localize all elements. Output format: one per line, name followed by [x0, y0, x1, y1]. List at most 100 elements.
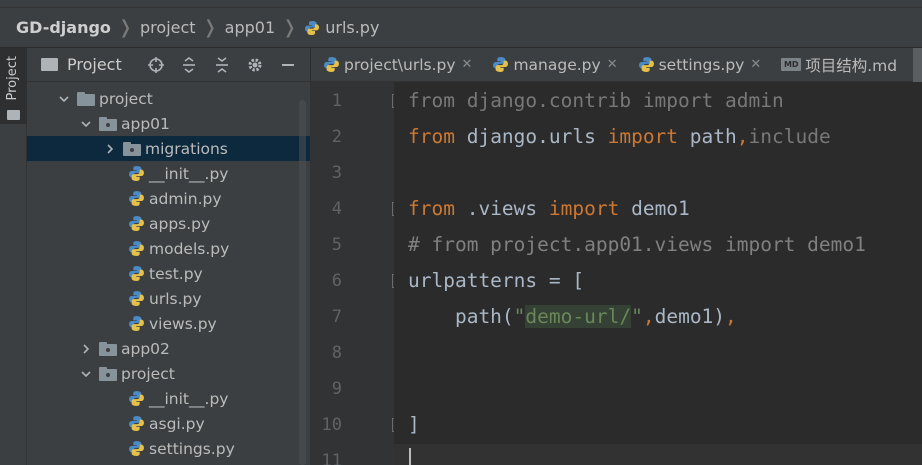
code-token: path( [408, 305, 514, 328]
window-top-strip [0, 0, 922, 8]
code-token: from [408, 89, 455, 112]
python-file-icon [128, 290, 145, 307]
line-number: 10 [321, 415, 342, 435]
code-token: " [631, 305, 643, 328]
folder-icon [7, 110, 20, 120]
chevron-down-icon[interactable] [79, 117, 93, 131]
tree-item-label: views.py [149, 314, 217, 333]
tree-row[interactable]: views.py [27, 311, 310, 336]
code-token: " [513, 305, 526, 328]
breadcrumb-folder-project[interactable]: project [140, 18, 196, 37]
code-token: .views [454, 197, 549, 220]
code-token: demo1) [654, 305, 726, 328]
line-number: 11 [321, 451, 342, 465]
package-folder-icon [99, 341, 117, 356]
tree-row[interactable]: project [27, 86, 310, 111]
tree-item-label: asgi.py [149, 414, 205, 433]
expand-all-icon[interactable] [172, 54, 205, 76]
code-token: import [607, 125, 679, 148]
tree-item-label: apps.py [149, 214, 211, 233]
locate-file-icon[interactable] [139, 54, 172, 76]
tree-row[interactable]: project [27, 361, 310, 386]
chevron-down-icon[interactable] [79, 367, 93, 381]
line-number: 7 [331, 307, 342, 327]
code-line-1: from django.contrib import admin [408, 83, 784, 119]
code-token: django.contrib [454, 89, 643, 112]
line-number: 4 [331, 199, 342, 219]
python-file-icon [128, 215, 145, 232]
chevron-right-icon[interactable] [79, 342, 93, 356]
tree-row[interactable]: urls.py [27, 286, 310, 311]
folder-icon [41, 58, 58, 71]
code-token: demo-url/ [525, 305, 632, 328]
tree-item-label: admin.py [149, 189, 222, 208]
tree-item-label: __init__.py [149, 164, 229, 183]
tab-label: project\urls.py [344, 55, 456, 74]
code-editor[interactable]: from django.contrib import admin from dj… [394, 82, 922, 465]
code-token: , [642, 305, 655, 328]
tree-item-label: app02 [121, 339, 170, 358]
project-tool-window-label: Project [5, 56, 20, 101]
editor-tabs: project\urls.py ✕ manage.py ✕ settings.p… [310, 48, 922, 82]
code-token: from [408, 125, 455, 148]
tree-row[interactable]: settings.py [27, 436, 310, 461]
tab-project-structure-md[interactable]: MD 项目结构.md [769, 48, 905, 82]
breadcrumb-project-root[interactable]: GD-django [16, 18, 111, 37]
tree-item-label: migrations [145, 139, 228, 158]
project-tool-window-tab[interactable]: Project [0, 48, 27, 124]
tree-scrollbar[interactable] [299, 100, 306, 465]
tab-manage[interactable]: manage.py ✕ [480, 48, 625, 82]
tree-item-label: app01 [121, 114, 170, 133]
tabs-overflow-indicator[interactable] [913, 48, 922, 82]
tree-item-label: project [121, 364, 175, 383]
code-token: , [736, 125, 749, 148]
tree-row[interactable]: test.py [27, 261, 310, 286]
code-token: admin [713, 89, 784, 112]
python-file-icon [128, 315, 145, 332]
code-token: demo1 [619, 197, 690, 220]
code-token: , [725, 305, 737, 328]
code-line-4: from .views import demo1 [408, 191, 690, 227]
package-folder-icon [99, 366, 117, 381]
breadcrumb: GD-django ❭ project ❭ app01 ❭ urls.py [0, 8, 922, 48]
line-number: 6 [331, 271, 342, 291]
tree-item-label: __init__.py [149, 389, 229, 408]
project-tree: project app01 migrations __init__.py adm… [27, 82, 310, 465]
breadcrumb-file[interactable]: urls.py [325, 18, 379, 37]
close-icon[interactable]: ✕ [607, 57, 618, 72]
hide-panel-icon[interactable] [271, 54, 304, 76]
chevron-down-icon[interactable] [57, 92, 71, 106]
tab-label: manage.py [513, 55, 601, 74]
tree-row[interactable]: __init__.py [27, 161, 310, 186]
tree-row[interactable]: asgi.py [27, 411, 310, 436]
code-token: django.urls [454, 125, 608, 148]
chevron-right-icon[interactable] [103, 142, 117, 156]
tree-row[interactable]: admin.py [27, 186, 310, 211]
code-token: include [748, 125, 831, 148]
tab-settings[interactable]: settings.py ✕ [626, 48, 770, 82]
gear-icon[interactable] [238, 54, 271, 76]
breadcrumb-folder-app01[interactable]: app01 [225, 18, 275, 37]
tree-row[interactable]: apps.py [27, 211, 310, 236]
project-view-selector[interactable]: Project [67, 55, 122, 74]
tab-project-urls[interactable]: project\urls.py ✕ [311, 48, 480, 82]
python-file-icon [128, 440, 145, 457]
python-file-icon [323, 56, 340, 73]
python-file-icon [128, 240, 145, 257]
tree-row[interactable]: __init__.py [27, 386, 310, 411]
code-line-2: from django.urls import path,include [408, 119, 831, 155]
close-icon[interactable]: ✕ [750, 57, 761, 72]
tree-row[interactable]: app01 [27, 111, 310, 136]
collapse-all-icon[interactable] [205, 54, 238, 76]
tree-row[interactable]: app02 [27, 336, 310, 361]
tree-item-label: urls.py [149, 289, 202, 308]
text-caret [409, 448, 411, 465]
line-number: 1 [331, 91, 342, 111]
editor-gutter: 1 2 3 4 5 6 7 8 9 10 11 [310, 82, 405, 465]
tree-row-selected[interactable]: migrations [27, 136, 310, 161]
code-line-5: # from project.app01.views import demo1 [408, 233, 866, 256]
tree-row[interactable]: models.py [27, 236, 310, 261]
folder-icon [77, 91, 95, 106]
close-icon[interactable]: ✕ [462, 57, 473, 72]
python-file-icon [128, 265, 145, 282]
